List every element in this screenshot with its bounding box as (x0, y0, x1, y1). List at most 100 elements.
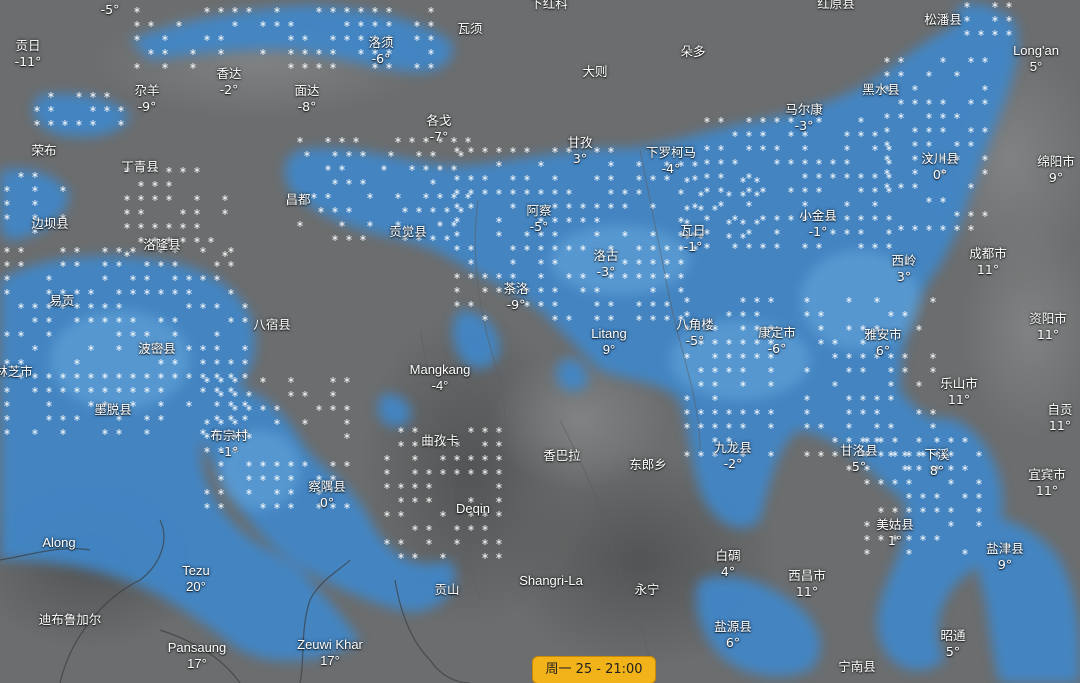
snowflake-icon (740, 297, 746, 303)
snowflake-icon (864, 479, 870, 485)
snowflake-icon (552, 245, 558, 251)
snowflake-icon (344, 7, 350, 13)
snowflake-icon (186, 289, 192, 295)
snowflake-icon (906, 549, 912, 555)
place-name: 面达 (294, 83, 320, 98)
weather-map[interactable]: -5° 下红科 红原县 松潘县 贡日 -11° 洛须 -6° 瓦须 朵多 Long'… (0, 0, 1080, 683)
place-name: 洛须 (368, 35, 394, 50)
snowflake-icon (200, 387, 206, 393)
snowflake-icon (872, 243, 878, 249)
snowflake-icon (832, 451, 838, 457)
snowflake-icon (330, 461, 336, 467)
place-label: Litang 9° (591, 326, 626, 358)
snowflake-icon (330, 63, 336, 69)
snowflake-icon (538, 189, 544, 195)
snowflake-icon (976, 521, 982, 527)
snowflake-icon (552, 175, 558, 181)
snowflake-icon (726, 339, 732, 345)
place-temp: 11° (795, 584, 819, 599)
snowflake-icon (232, 7, 238, 13)
place-name: 西岭 (891, 253, 917, 268)
snowflake-icon (482, 441, 488, 447)
snowflake-icon (858, 243, 864, 249)
snowflake-icon (116, 317, 122, 323)
snowflake-icon (580, 287, 586, 293)
snowflake-icon (358, 7, 364, 13)
snowflake-icon (920, 507, 926, 513)
snowflake-icon (804, 395, 810, 401)
snowflake-icon (228, 401, 234, 407)
place-name: Zeuwi Khar (297, 637, 363, 652)
snowflake-icon (608, 203, 614, 209)
snowflake-icon (740, 325, 746, 331)
place-name: 尕羊 (134, 83, 160, 98)
snowflake-icon (940, 113, 946, 119)
snowflake-icon (88, 317, 94, 323)
snowflake-icon (144, 415, 150, 421)
snowflake-icon (804, 409, 810, 415)
timeline-time-badge[interactable]: 周一 25 - 21:00 (532, 656, 656, 683)
snowflake-icon (46, 331, 52, 337)
snowflake-icon (726, 233, 732, 239)
snowflake-icon (524, 245, 530, 251)
snowflake-icon (774, 159, 780, 165)
snowflake-icon (664, 301, 670, 307)
snowflake-icon (916, 465, 922, 471)
place-name: 边坝县 (31, 216, 69, 231)
snowflake-icon (304, 151, 310, 157)
snowflake-icon (872, 173, 878, 179)
snowflake-icon (214, 387, 220, 393)
snowflake-icon (844, 201, 850, 207)
snowflake-icon (130, 317, 136, 323)
snowflake-icon (74, 303, 80, 309)
snowflake-icon (496, 427, 502, 433)
place-temp: -6° (767, 341, 787, 356)
snowflake-icon (76, 120, 82, 126)
place-label: Tezu 20° (182, 563, 209, 595)
place-name: 小金县 (799, 208, 837, 223)
place-temp: -3° (794, 118, 814, 133)
snowflake-icon (302, 391, 308, 397)
snowflake-icon (297, 137, 303, 143)
snowflake-icon (152, 223, 158, 229)
place-name: 墨脱县 (94, 402, 132, 417)
snowflake-icon (416, 151, 422, 157)
snowflake-icon (858, 117, 864, 123)
snowflake-icon (134, 63, 140, 69)
snowflake-icon (740, 353, 746, 359)
snowflake-icon (218, 35, 224, 41)
snowflake-icon (934, 507, 940, 513)
place-name: 甘孜 (567, 135, 593, 150)
snowflake-icon (32, 303, 38, 309)
snowflake-icon (746, 201, 752, 207)
snowflake-icon (468, 455, 474, 461)
place-name: 九龙县 (714, 440, 752, 455)
snowflake-icon (4, 275, 10, 281)
place-name: 布宗村 (210, 428, 248, 443)
snowflake-icon (726, 353, 732, 359)
snowflake-icon (360, 179, 366, 185)
snowflake-icon (204, 419, 210, 425)
snowflake-icon (954, 71, 960, 77)
snowflake-icon (732, 131, 738, 137)
snowflake-icon (4, 429, 10, 435)
snowflake-icon (288, 35, 294, 41)
snowflake-icon (325, 165, 331, 171)
snowflake-icon (32, 172, 38, 178)
snowflake-icon (228, 359, 234, 365)
snowflake-icon (228, 387, 234, 393)
place-name: 下红科 (530, 0, 568, 11)
snowflake-icon (274, 489, 280, 495)
snowflake-icon (104, 106, 110, 112)
snowflake-icon (698, 205, 704, 211)
snowflake-icon (580, 245, 586, 251)
snowflake-icon (732, 159, 738, 165)
snowflake-icon (704, 145, 710, 151)
snowflake-icon (402, 207, 408, 213)
snowflake-icon (414, 63, 420, 69)
snowflake-icon (858, 131, 864, 137)
snowflake-icon (920, 535, 926, 541)
snowflake-icon (166, 195, 172, 201)
snowflake-icon (288, 391, 294, 397)
snowflake-icon (468, 525, 474, 531)
